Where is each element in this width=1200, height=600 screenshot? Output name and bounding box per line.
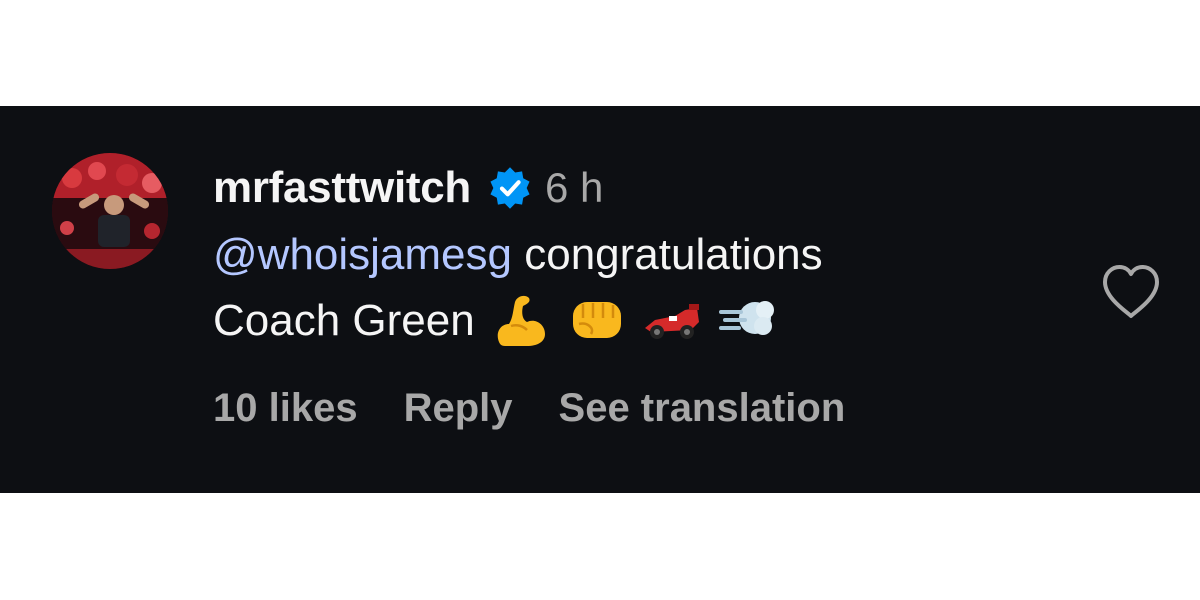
- comment-text-line-2: Coach Green: [213, 288, 1073, 354]
- see-translation-button[interactable]: See translation: [559, 386, 846, 431]
- oncoming-fist-icon: [565, 288, 627, 350]
- mention-link[interactable]: @whoisjamesg: [213, 230, 512, 279]
- likes-count[interactable]: 10 likes: [213, 386, 358, 431]
- avatar[interactable]: [52, 153, 168, 269]
- dashing-away-icon: [717, 288, 779, 350]
- comment-actions: 10 likes Reply See translation: [213, 386, 1073, 431]
- reply-button[interactable]: Reply: [404, 386, 513, 431]
- heart-icon[interactable]: [1101, 264, 1161, 320]
- verified-badge-icon: [487, 165, 533, 211]
- comment-header: mrfasttwitch 6 h: [213, 158, 1073, 218]
- racing-car-icon: [641, 288, 703, 350]
- page: mrfasttwitch 6 h @whoisjamesg congratula…: [0, 0, 1200, 600]
- comment-body: mrfasttwitch 6 h @whoisjamesg congratula…: [213, 158, 1073, 431]
- username[interactable]: mrfasttwitch: [213, 163, 471, 213]
- timestamp: 6 h: [545, 164, 604, 211]
- comment-text-line-1: @whoisjamesg congratulations: [213, 222, 1073, 288]
- flexed-biceps-icon: [489, 288, 551, 350]
- comment-text-2: Coach Green: [213, 296, 475, 345]
- comment-text: congratulations: [512, 230, 823, 279]
- comment-card: mrfasttwitch 6 h @whoisjamesg congratula…: [0, 106, 1200, 493]
